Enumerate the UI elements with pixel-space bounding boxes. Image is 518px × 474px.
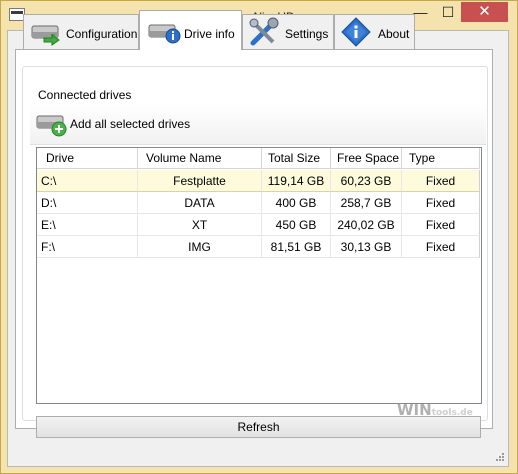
tools-icon	[249, 17, 279, 46]
cell-type: Fixed	[402, 192, 480, 214]
tab-settings[interactable]: Settings	[242, 14, 334, 49]
tab-about-label: About	[378, 27, 410, 41]
add-all-drives-label: Add all selected drives	[70, 117, 191, 131]
cell-volume: IMG	[138, 236, 262, 258]
cell-type: Fixed	[402, 236, 480, 258]
tab-drive-info-label: Drive info	[184, 27, 235, 41]
cell-type: Fixed	[402, 214, 480, 236]
table-row[interactable]: F:\ IMG 81,51 GB 30,13 GB Fixed	[37, 236, 480, 258]
watermark-main: WIN	[397, 401, 432, 419]
cell-total: 119,14 GB	[262, 170, 331, 192]
column-header-type[interactable]: Type	[402, 148, 480, 169]
cell-drive: C:\	[37, 170, 138, 192]
table-row[interactable]: E:\ XT 450 GB 240,02 GB Fixed	[37, 214, 480, 236]
column-header-total-size[interactable]: Total Size	[262, 148, 331, 169]
table-row[interactable]: D:\ DATA 400 GB 258,7 GB Fixed	[37, 192, 480, 214]
cell-type: Fixed	[402, 170, 480, 192]
column-header-volume-name[interactable]: Volume Name	[138, 148, 262, 169]
cell-free: 240,02 GB	[331, 214, 402, 236]
group-title: Connected drives	[35, 88, 135, 102]
table-header: Drive Volume Name Total Size Free Space …	[37, 148, 480, 169]
cell-drive: F:\	[37, 236, 138, 258]
refresh-button[interactable]: Refresh	[36, 416, 481, 438]
watermark-logo: WINtools.de	[397, 401, 473, 419]
tab-drive-info[interactable]: Drive info	[139, 10, 242, 50]
cell-total: 450 GB	[262, 214, 331, 236]
tab-configuration-label: Configuration	[66, 27, 138, 41]
cell-volume: XT	[138, 214, 262, 236]
resize-grip-icon[interactable]	[495, 452, 505, 462]
cell-total: 400 GB	[262, 192, 331, 214]
cell-drive: E:\	[37, 214, 138, 236]
watermark-sub: tools.de	[431, 408, 473, 418]
cell-free: 60,23 GB	[331, 170, 402, 192]
cell-volume: Festplatte	[138, 170, 262, 192]
tab-about[interactable]: About	[334, 14, 415, 49]
cell-volume: DATA	[138, 192, 262, 214]
cell-free: 30,13 GB	[331, 236, 402, 258]
tab-settings-label: Settings	[285, 27, 329, 41]
column-header-drive[interactable]: Drive	[37, 148, 138, 169]
drive-info-icon	[148, 24, 181, 44]
info-diamond-icon	[341, 17, 371, 47]
drive-arrow-icon	[31, 25, 60, 46]
column-header-free-space[interactable]: Free Space	[331, 148, 402, 169]
cell-free: 258,7 GB	[331, 192, 402, 214]
maximize-button[interactable]: ☐	[435, 2, 461, 22]
table-row[interactable]: C:\ Festplatte 119,14 GB 60,23 GB Fixed	[37, 170, 480, 192]
cell-drive: D:\	[37, 192, 138, 214]
tab-configuration[interactable]: Configuration	[23, 14, 139, 49]
cell-total: 81,51 GB	[262, 236, 331, 258]
close-button[interactable]: ✕	[461, 2, 508, 22]
drive-add-icon	[36, 115, 67, 137]
